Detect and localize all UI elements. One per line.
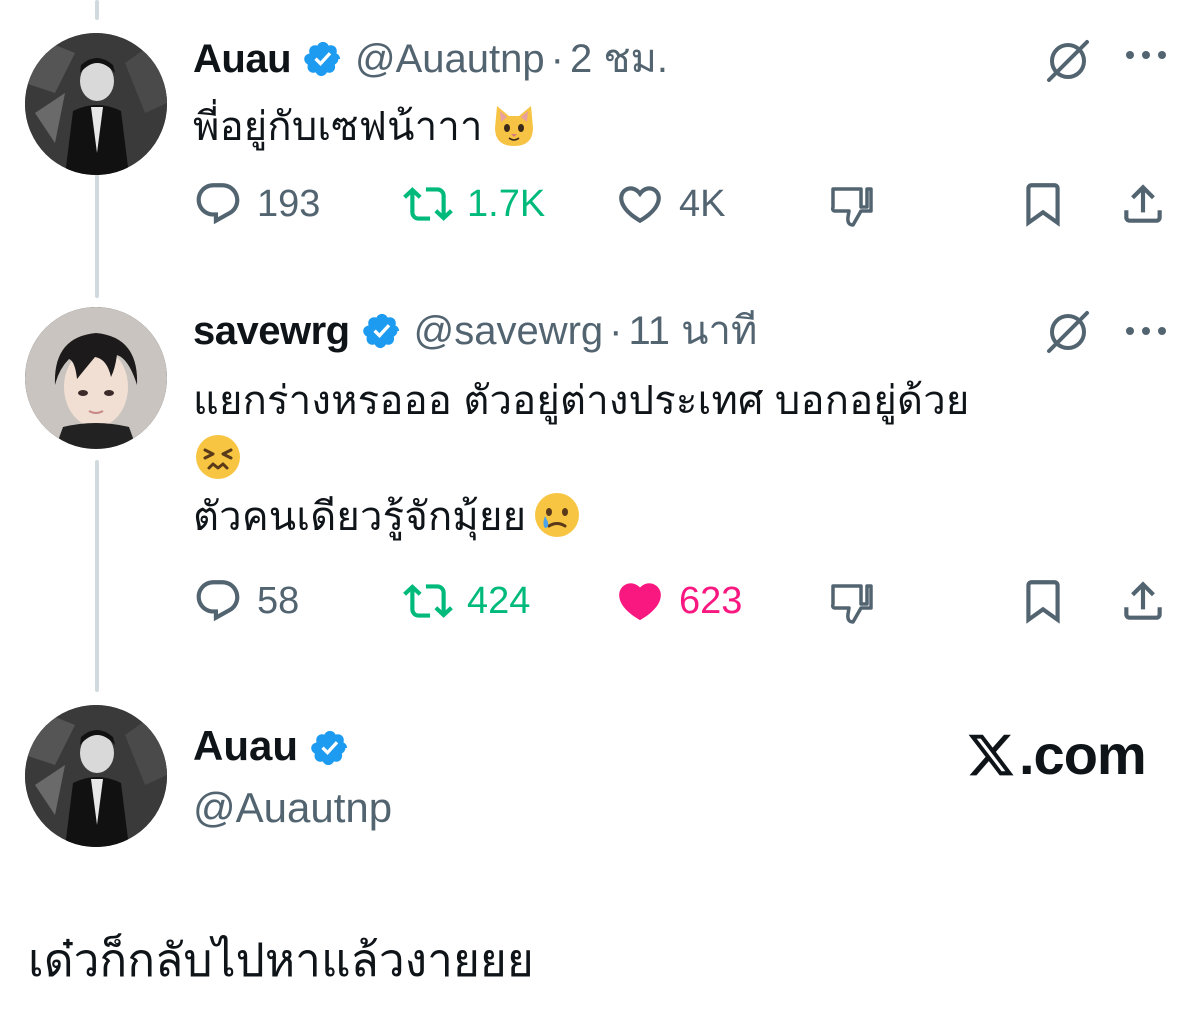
display-name[interactable]: savewrg [193,307,350,355]
grok-icon[interactable] [1043,307,1093,362]
face-holding-back-tears-emoji [532,490,582,540]
separator-dot: · [609,309,623,353]
display-name: Auau [193,722,298,769]
retweet-count: 424 [467,579,531,622]
share-icon [1124,184,1162,223]
reply-icon [196,183,240,225]
more-options-icon[interactable] [1124,48,1168,66]
cat-face-emoji [489,100,539,150]
tweet-text-line: แยกร่างหรอออ ตัวอยู่ต่างประเทศ บอกอยู่ด้… [193,379,970,423]
caption-text: เด๋วก็กลับไปหาแล้วงายยย [28,934,534,986]
retweet-count: 1.7K [467,182,546,225]
tweet-1-actions: 193 1.7K 4K [193,176,1183,232]
dislike-button[interactable] [827,176,877,232]
separator-dot: · [550,37,564,81]
share-button[interactable] [1118,573,1168,629]
heart-outline-icon [619,186,661,224]
tweet-time[interactable]: 11 นาที [629,307,758,355]
thread-line-1 [95,160,99,298]
retweet-icon [403,187,453,221]
avatar-savewrg[interactable] [25,307,167,449]
verified-badge-icon [303,39,343,79]
bookmark-icon [1026,183,1060,227]
site-label: .com [1019,723,1147,786]
share-button[interactable] [1118,176,1168,232]
tweet-1-text: พี่อยู่กับเซฟน้าาา [193,98,539,156]
thread-line-top [95,0,99,20]
like-count: 4K [679,182,726,225]
bookmark-button[interactable] [1018,573,1068,629]
tweet-time[interactable]: 2 ชม. [570,35,668,83]
verified-badge-icon [310,726,350,766]
share-icon [1124,581,1162,620]
bookmark-icon [1026,580,1060,624]
like-button[interactable]: 623 [615,573,742,629]
reply-count: 193 [257,182,321,225]
profile-name[interactable]: Auau [193,718,362,774]
grok-icon[interactable] [1043,36,1093,91]
tweet-text-line: พี่อยู่กับเซฟน้าาา [193,105,483,149]
x-logo-icon [968,734,1014,775]
thread-line-2 [95,460,99,692]
x-com-watermark: .com [965,722,1147,787]
tweet-text-line: ตัวคนเดียวรู้จักมุ้ยย [193,495,527,539]
reply-icon [196,580,240,622]
retweet-icon [403,584,453,618]
profile-handle[interactable]: @Auautnp [193,780,392,836]
user-handle[interactable]: @savewrg [414,307,604,355]
tweet-2-text: แยกร่างหรอออ ตัวอยู่ต่างประเทศ บอกอยู่ด้… [193,372,970,546]
retweet-button[interactable]: 1.7K [403,176,545,232]
like-count: 623 [679,579,743,622]
reply-count: 58 [257,579,300,622]
heart-filled-icon [619,583,661,621]
reply-button[interactable]: 193 [193,176,320,232]
confounded-face-emoji [193,432,243,482]
tweet-2-header: savewrg @savewrg · 11 นาที [193,307,757,355]
thumbs-down-icon [831,584,873,624]
dislike-button[interactable] [827,573,877,629]
like-button[interactable]: 4K [615,176,725,232]
avatar-auau-profile[interactable] [25,705,167,847]
verified-badge-icon [362,311,402,351]
display-name[interactable]: Auau [193,35,292,83]
avatar-auau[interactable] [25,33,167,175]
tweet-2-actions: 58 424 623 [193,573,1183,629]
thumbs-down-icon [831,187,873,227]
reply-button[interactable]: 58 [193,573,299,629]
bookmark-button[interactable] [1018,176,1068,232]
tweet-1-header: Auau @Auautnp · 2 ชม. [193,35,668,83]
more-options-icon[interactable] [1124,324,1168,342]
retweet-button[interactable]: 424 [403,573,530,629]
user-handle[interactable]: @Auautnp [355,35,545,83]
